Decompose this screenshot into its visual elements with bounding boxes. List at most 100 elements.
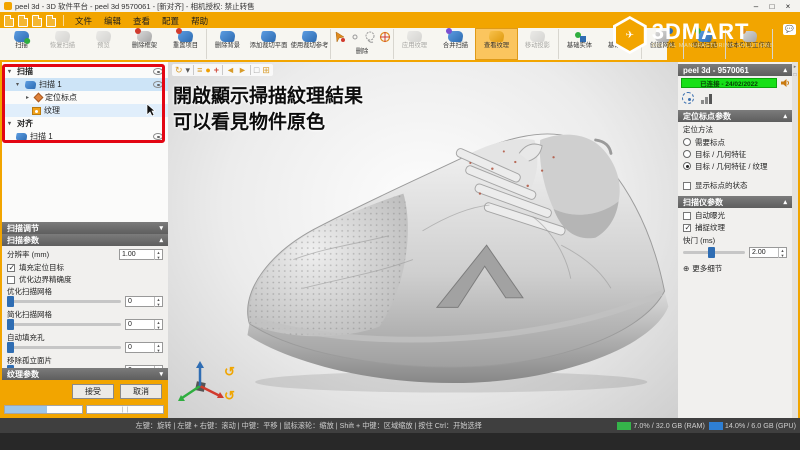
rotate-view-arrows[interactable]: ↺ ↺ bbox=[224, 364, 235, 404]
menu-edit[interactable]: 编辑 bbox=[100, 15, 125, 27]
eye-icon[interactable] bbox=[153, 81, 163, 88]
scan-button[interactable]: 扫描 bbox=[1, 29, 42, 59]
expander-icon[interactable]: ▾ bbox=[16, 81, 22, 88]
scanner-panel-header[interactable]: peel 3d - 9570061 ▴ bbox=[678, 64, 792, 76]
float-panel-icon[interactable]: □ bbox=[793, 72, 796, 78]
stepper-arrows-icon[interactable]: ▲▼ bbox=[154, 343, 162, 353]
menu-config[interactable]: 配置 bbox=[158, 15, 183, 27]
section-positioning-params[interactable]: 定位标点参数 ▴ bbox=[678, 110, 792, 122]
import-scan-icon[interactable] bbox=[32, 15, 42, 27]
capture-texture-row[interactable]: 捕捉纹理 bbox=[683, 222, 787, 233]
fill-targets-checkbox-row[interactable]: 填充定位目标 bbox=[7, 262, 163, 273]
more-details-link[interactable]: ⊕ 更多细节 bbox=[683, 263, 787, 274]
close-button[interactable]: × bbox=[780, 2, 796, 11]
navigation-axes-gizmo[interactable] bbox=[176, 358, 224, 410]
auto-fill-holes-stepper[interactable]: 0 ▲▼ bbox=[125, 342, 163, 353]
delete-background-button[interactable]: 删除背景 bbox=[207, 29, 248, 59]
rotate-arrow-icon[interactable]: ↺ bbox=[224, 388, 235, 404]
menu-view[interactable]: 查看 bbox=[129, 15, 154, 27]
radio-geometry-texture[interactable]: 目标 / 几何特征 / 纹理 bbox=[683, 160, 787, 172]
menu-help[interactable]: 帮助 bbox=[187, 15, 212, 27]
eye-icon[interactable] bbox=[153, 133, 163, 140]
base-entity-button[interactable]: 基础实体 bbox=[559, 29, 600, 59]
tree-item-align-scan1[interactable]: 扫描 1 bbox=[2, 130, 168, 143]
simplify-mesh-stepper[interactable]: 0 ▲▼ bbox=[125, 319, 163, 330]
section-scanner-params[interactable]: 扫描仪参数 ▴ bbox=[678, 196, 792, 208]
view-texture-button[interactable]: 查看纹理 bbox=[476, 29, 517, 59]
add-clipping-plane-button[interactable]: 添加裁切平面 bbox=[248, 29, 289, 59]
radio-need-targets[interactable]: 需要标点 bbox=[683, 136, 787, 148]
use-clipping-reference-button[interactable]: 使用裁切参考 bbox=[289, 29, 330, 59]
collapse-panel-icon[interactable]: ▸ bbox=[794, 64, 797, 70]
target-delete-icon[interactable] bbox=[378, 31, 391, 43]
tree-item-scan1[interactable]: ▾ 扫描 1 bbox=[2, 78, 168, 91]
maximize-button[interactable]: □ bbox=[764, 2, 780, 11]
open-project-icon[interactable] bbox=[18, 15, 28, 27]
section-scan-params[interactable]: 扫描参数 ▴ bbox=[2, 234, 168, 246]
mesh-view-icon[interactable]: ≡ bbox=[197, 65, 202, 75]
accept-button[interactable]: 接受 bbox=[72, 384, 114, 399]
simplify-mesh-slider[interactable] bbox=[7, 323, 121, 326]
optimize-boundary-checkbox-row[interactable]: 优化边界精确度 bbox=[7, 274, 163, 285]
select-grid-icon[interactable]: ⊞ bbox=[262, 65, 270, 75]
minimize-button[interactable]: – bbox=[748, 2, 764, 11]
shutter-slider[interactable] bbox=[683, 251, 745, 254]
next-clip-icon[interactable]: ► bbox=[238, 65, 247, 75]
viewport-3d[interactable]: ↻ ▾ ≡ ● + ◄ ► □ ⊞ 開啟顯示掃描紋理結果 可以看見物件原色 bbox=[168, 62, 678, 418]
radio-selected-icon[interactable] bbox=[683, 162, 691, 170]
auto-fill-holes-slider[interactable] bbox=[7, 346, 121, 349]
view-orientation-icon[interactable]: ↻ bbox=[175, 65, 183, 75]
stepper-arrows-icon[interactable]: ▲▼ bbox=[154, 297, 162, 307]
calibration-target-icon[interactable] bbox=[682, 92, 694, 104]
merge-scans-button[interactable]: 合并扫描 bbox=[435, 29, 476, 59]
checkbox-icon[interactable] bbox=[683, 182, 691, 190]
tree-section-align[interactable]: ▾ 对齐 bbox=[2, 117, 168, 130]
resume-scan-button[interactable]: 恢复扫描 bbox=[42, 29, 83, 59]
checkbox-checked-icon[interactable] bbox=[683, 224, 691, 232]
new-project-icon[interactable] bbox=[4, 15, 14, 27]
tree-item-texture[interactable]: 纹理 bbox=[2, 104, 168, 117]
target-move-icon[interactable]: + bbox=[214, 65, 219, 75]
stepper-arrows-icon[interactable]: ▲▼ bbox=[154, 320, 162, 330]
export-scan-icon[interactable] bbox=[46, 15, 56, 27]
section-scan-adjust[interactable]: 扫描调节 ▾ bbox=[2, 222, 168, 234]
optimize-mesh-stepper[interactable]: 0 ▲▼ bbox=[125, 296, 163, 307]
eye-icon[interactable] bbox=[153, 68, 163, 75]
menu-file[interactable]: 文件 bbox=[71, 15, 96, 27]
rotate-arrow-icon[interactable]: ↺ bbox=[224, 364, 235, 380]
pointer-delete-icon[interactable] bbox=[333, 31, 346, 43]
point-select-icon[interactable] bbox=[348, 31, 361, 43]
expander-icon[interactable]: ▸ bbox=[26, 94, 32, 101]
preview-button[interactable]: 预览 bbox=[83, 29, 124, 59]
tree-section-scan[interactable]: ▾ 扫描 bbox=[2, 65, 168, 78]
prev-clip-icon[interactable]: ◄ bbox=[226, 65, 235, 75]
stepper-arrows-icon[interactable]: ▲▼ bbox=[778, 248, 786, 258]
scanned-shoe-model[interactable] bbox=[236, 100, 676, 400]
resolution-stepper[interactable]: 1.00 ▲▼ bbox=[119, 249, 163, 260]
stepper-arrows-icon[interactable]: ▲▼ bbox=[154, 250, 162, 260]
show-target-status-row[interactable]: 显示标点的状态 bbox=[683, 180, 787, 191]
cancel-button[interactable]: 取消 bbox=[120, 384, 162, 399]
checkbox-checked-icon[interactable] bbox=[7, 264, 15, 272]
optimize-mesh-slider[interactable] bbox=[7, 300, 121, 303]
radio-icon[interactable] bbox=[683, 138, 691, 146]
checkbox-icon[interactable] bbox=[7, 276, 15, 284]
move-projection-button[interactable]: 移动投影 bbox=[517, 29, 558, 59]
radio-icon[interactable] bbox=[683, 150, 691, 158]
tree-item-targets[interactable]: ▸ 定位标点 bbox=[2, 91, 168, 104]
radio-geometry[interactable]: 目标 / 几何特征 bbox=[683, 148, 787, 160]
sphere-view-icon[interactable]: ● bbox=[205, 65, 210, 75]
expander-icon[interactable]: ▾ bbox=[8, 68, 14, 75]
speaker-icon[interactable] bbox=[780, 78, 790, 88]
lasso-select-icon[interactable] bbox=[363, 31, 376, 43]
delete-frames-button[interactable]: 删除框架 bbox=[124, 29, 165, 59]
expander-icon[interactable]: ▾ bbox=[8, 120, 14, 127]
checkbox-icon[interactable] bbox=[683, 212, 691, 220]
apply-texture-button[interactable]: 应用纹理 bbox=[394, 29, 435, 59]
select-rect-icon[interactable]: □ bbox=[254, 65, 259, 75]
section-texture-params[interactable]: 纹理参数 ▾ bbox=[2, 368, 168, 380]
dropdown-caret-icon[interactable]: ▾ bbox=[186, 65, 191, 75]
auto-exposure-row[interactable]: 自动曝光 bbox=[683, 210, 787, 221]
chat-icon[interactable]: 💬 bbox=[783, 24, 796, 35]
reset-project-button[interactable]: 重置项目 bbox=[165, 29, 206, 59]
